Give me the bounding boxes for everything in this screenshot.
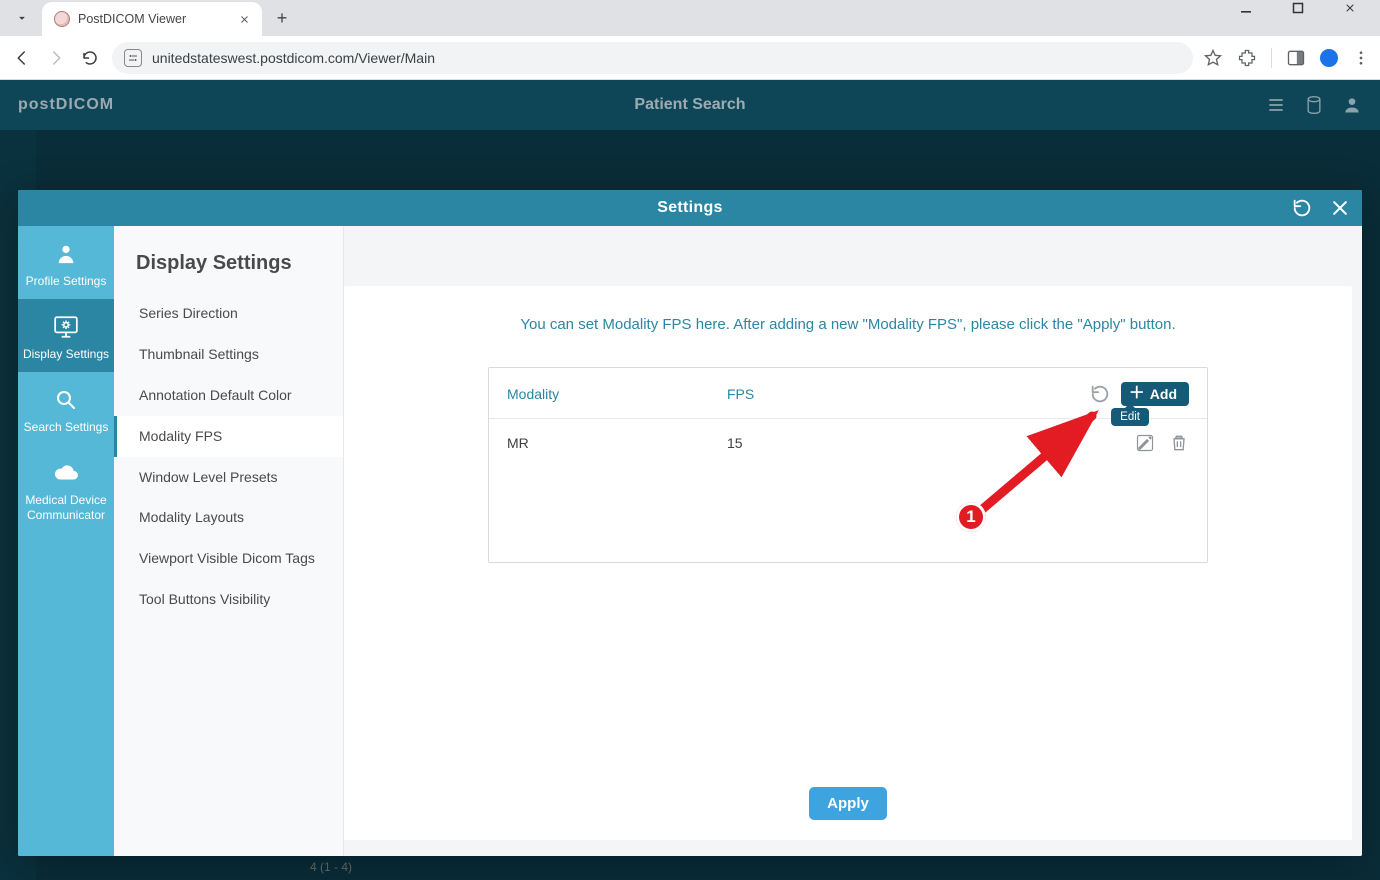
tab-favicon: [54, 11, 70, 27]
new-tab-button[interactable]: +: [268, 4, 296, 32]
sidebar-item-label: Medical Device Communicator: [22, 493, 110, 523]
modal-title: Settings: [657, 199, 723, 217]
page-footer-peek: 4 (1 - 4): [310, 856, 1360, 878]
window-maximize[interactable]: [1292, 2, 1322, 14]
nav-reload-button[interactable]: [78, 46, 102, 70]
modal-header: Settings: [18, 190, 1362, 226]
nav-forward-button[interactable]: [44, 46, 68, 70]
subnav-item[interactable]: Annotation Default Color: [114, 375, 343, 416]
modal-refresh-button[interactable]: [1290, 196, 1314, 220]
cloud-icon: [52, 459, 80, 487]
sidebar-item-mdc[interactable]: Medical Device Communicator: [18, 445, 114, 533]
side-panel-icon[interactable]: [1286, 48, 1306, 68]
tab-close-icon[interactable]: [239, 14, 250, 25]
browser-addressbar: unitedstateswest.postdicom.com/Viewer/Ma…: [0, 36, 1380, 80]
site-settings-icon[interactable]: [124, 49, 142, 67]
sidebar-item-display[interactable]: Display Settings: [18, 299, 114, 372]
edit-row-icon[interactable]: [1135, 433, 1155, 453]
sidebar-item-label: Profile Settings: [26, 274, 107, 289]
settings-modal: Settings Profile Settings: [18, 190, 1362, 856]
monitor-gear-icon: [52, 313, 80, 341]
cell-modality: MR: [507, 435, 727, 451]
tab-title: PostDICOM Viewer: [78, 12, 186, 26]
window-controls: [1240, 2, 1374, 14]
extensions-icon[interactable]: [1237, 48, 1257, 68]
sidebar-item-search[interactable]: Search Settings: [18, 372, 114, 445]
browser-tabbar: PostDICOM Viewer +: [0, 0, 1380, 36]
magnifier-icon: [52, 386, 80, 414]
sidebar-item-label: Display Settings: [23, 347, 109, 362]
sidebar-item-label: Search Settings: [24, 420, 109, 435]
add-button-label: Add: [1150, 386, 1177, 402]
subnav-item[interactable]: Viewport Visible Dicom Tags: [114, 538, 343, 579]
subnav-item[interactable]: Modality Layouts: [114, 497, 343, 538]
content-area: You can set Modality FPS here. After add…: [344, 226, 1362, 856]
profile-avatar-icon[interactable]: [1320, 49, 1338, 67]
app-background: postDICOM Patient Search 4 (1 - 4) Setti…: [0, 80, 1380, 880]
delete-row-icon[interactable]: [1169, 433, 1189, 453]
subnav-item[interactable]: Series Direction: [114, 293, 343, 334]
subnav-item[interactable]: Tool Buttons Visibility: [114, 579, 343, 620]
col-header-fps: FPS: [727, 386, 947, 402]
apply-button[interactable]: Apply: [809, 787, 887, 820]
secondary-sidebar: Display Settings Series DirectionThumbna…: [114, 226, 344, 856]
window-minimize[interactable]: [1240, 2, 1270, 14]
sidebar-item-profile[interactable]: Profile Settings: [18, 226, 114, 299]
nav-back-button[interactable]: [10, 46, 34, 70]
subnav-item[interactable]: Window Level Presets: [114, 457, 343, 498]
primary-sidebar: Profile Settings Display Settings Search…: [18, 226, 114, 856]
modal-close-button[interactable]: [1328, 196, 1352, 220]
subnav-item[interactable]: Modality FPS: [114, 416, 343, 457]
help-text: You can set Modality FPS here. After add…: [374, 316, 1322, 333]
cell-fps: 15: [727, 435, 947, 451]
annotation-step-badge: 1: [956, 502, 986, 532]
window-close[interactable]: [1344, 2, 1374, 14]
bookmark-star-icon[interactable]: [1203, 48, 1223, 68]
omnibox[interactable]: unitedstateswest.postdicom.com/Viewer/Ma…: [112, 42, 1193, 74]
tab-search-button[interactable]: [8, 4, 36, 32]
col-header-modality: Modality: [507, 386, 727, 402]
browser-tab-active[interactable]: PostDICOM Viewer: [42, 2, 262, 36]
plus-icon: ＋: [1129, 386, 1145, 402]
subnav-item[interactable]: Thumbnail Settings: [114, 334, 343, 375]
omnibox-url: unitedstateswest.postdicom.com/Viewer/Ma…: [152, 50, 435, 66]
browser-menu-icon[interactable]: [1352, 49, 1370, 67]
person-icon: [52, 240, 80, 268]
section-title: Display Settings: [114, 248, 343, 293]
